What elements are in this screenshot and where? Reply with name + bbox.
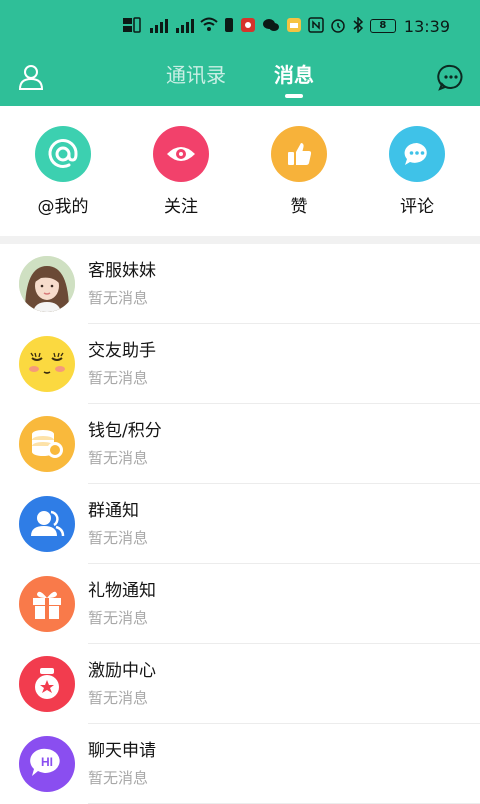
coins-icon: [19, 416, 75, 472]
tab-messages[interactable]: 消息: [274, 60, 314, 100]
app-header: 8 13:39 通讯录 消息: [0, 0, 480, 106]
list-item-wallet[interactable]: 钱包/积分 暂无消息: [0, 404, 480, 484]
quick-actions: @我的 关注 赞 评论: [0, 106, 480, 236]
smiley-face-icon: [19, 336, 75, 392]
section-divider: [0, 236, 480, 244]
list-item-chat-request[interactable]: HI 聊天申请 暂无消息: [0, 724, 480, 804]
bluetooth-icon: [352, 15, 364, 36]
list-item-title: 聊天申请: [88, 741, 156, 761]
list-item-subtitle: 暂无消息: [88, 369, 149, 387]
quick-action-follow[interactable]: 关注: [122, 106, 240, 236]
quick-action-label: 评论: [400, 197, 434, 217]
quick-action-label: @我的: [37, 197, 89, 217]
svg-text:HI: HI: [41, 755, 53, 769]
hi-chat-icon: HI: [19, 736, 75, 792]
chat-bubble-icon: [437, 64, 463, 91]
list-item-title: 交友助手: [88, 341, 156, 361]
quick-action-at-me[interactable]: @我的: [4, 106, 122, 236]
quick-action-like[interactable]: 赞: [240, 106, 358, 236]
wifi-icon: [200, 17, 218, 36]
list-item-subtitle: 暂无消息: [88, 769, 149, 787]
nfc-icon: [308, 16, 324, 36]
gift-icon: [19, 576, 75, 632]
list-item-gift-notice[interactable]: 礼物通知 暂无消息: [0, 564, 480, 644]
alarm-icon: [330, 17, 346, 36]
app-notification-icon: [240, 17, 256, 36]
list-item-subtitle: 暂无消息: [88, 689, 149, 707]
battery-icon: 8: [369, 19, 396, 33]
medal-icon: [19, 656, 75, 712]
list-item-title: 礼物通知: [88, 581, 156, 601]
list-item-group-notice[interactable]: 群通知 暂无消息: [0, 484, 480, 564]
wechat-icon: [262, 17, 280, 36]
status-bar: 8 13:39: [0, 0, 480, 52]
list-item-subtitle: 暂无消息: [88, 529, 149, 547]
signal-4g-icon: [148, 17, 168, 36]
message-list: 客服妹妹 暂无消息 交友助手 暂无消息 钱包/积分 暂无消息 群通知 暂无消息 …: [0, 244, 480, 804]
customer-service-avatar: [19, 256, 75, 312]
list-item-title: 客服妹妹: [88, 261, 156, 281]
thumbs-up-icon: [271, 126, 327, 182]
group-icon: [19, 496, 75, 552]
notes-icon: [286, 17, 302, 36]
chat-button[interactable]: [436, 62, 466, 92]
top-navbar: 通讯录 消息: [0, 52, 480, 106]
sim-icon: [224, 17, 234, 36]
quick-action-comment[interactable]: 评论: [358, 106, 476, 236]
list-item-incentive-center[interactable]: 激励中心 暂无消息: [0, 644, 480, 724]
list-item-subtitle: 暂无消息: [88, 289, 149, 307]
eye-icon: [153, 126, 209, 182]
status-time: 13:39: [403, 16, 450, 36]
list-item-subtitle: 暂无消息: [88, 449, 149, 467]
list-item-subtitle: 暂无消息: [88, 609, 149, 627]
signal-5g-icon: [174, 17, 194, 36]
tab-contacts[interactable]: 通讯录: [166, 60, 226, 100]
comment-icon: [389, 126, 445, 182]
list-item-customer-service[interactable]: 客服妹妹 暂无消息: [0, 244, 480, 324]
list-item-title: 钱包/积分: [88, 421, 162, 441]
list-item-friend-assistant[interactable]: 交友助手 暂无消息: [0, 324, 480, 404]
quick-action-label: 关注: [164, 197, 198, 217]
list-item-title: 激励中心: [88, 661, 156, 681]
list-item-title: 群通知: [88, 501, 139, 521]
quick-action-label: 赞: [290, 197, 308, 217]
message-tabs: 通讯录 消息: [0, 60, 480, 100]
hd-signal-icon: [122, 15, 142, 38]
at-icon: [35, 126, 91, 182]
